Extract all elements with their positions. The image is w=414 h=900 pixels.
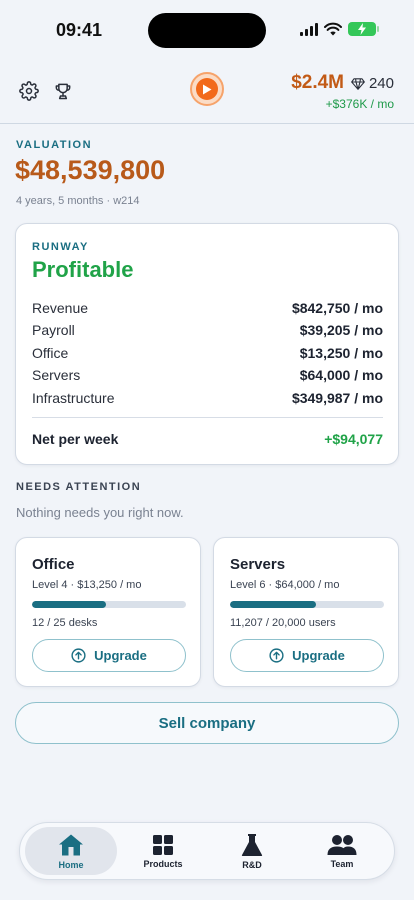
servers-progress-fill: [230, 601, 317, 608]
dynamic-island: [148, 13, 266, 48]
trophy-icon[interactable]: [52, 80, 74, 102]
expense-row-infrastructure: Infrastructure $349,987 / mo: [32, 390, 383, 406]
gems-count: 240: [368, 75, 394, 92]
nav-label: Team: [330, 858, 354, 869]
row-label: Servers: [32, 367, 81, 383]
runway-status: Profitable: [32, 257, 134, 282]
arrow-up-circle-icon: [269, 648, 284, 663]
office-title: Office: [32, 556, 75, 573]
monthly-income: +$376K / mo: [325, 97, 394, 111]
office-card: Office Level 4 · $13,250 / mo 12 / 25 de…: [15, 537, 201, 687]
upgrade-label: Upgrade: [292, 648, 345, 663]
grid-icon: [153, 834, 173, 855]
expense-row-revenue: Revenue $842,750 / mo: [32, 300, 383, 316]
top-toolbar: $2.4M 240 +$376K / mo: [0, 62, 414, 124]
company-age: 4 years, 5 months · w214: [16, 195, 140, 207]
office-level: Level 4 · $13,250 / mo: [32, 579, 142, 591]
flask-icon: [241, 833, 263, 856]
servers-title: Servers: [230, 556, 286, 573]
nav-label: Home: [58, 859, 84, 870]
wifi-icon: [324, 22, 342, 36]
office-progress-fill: [32, 601, 106, 608]
status-icons: [300, 22, 379, 36]
play-button[interactable]: [190, 72, 224, 106]
row-amount: $349,987 / mo: [291, 390, 383, 406]
office-capacity: 12 / 25 desks: [32, 617, 98, 629]
play-icon: [196, 78, 218, 100]
settings-gear-icon[interactable]: [18, 80, 40, 102]
divider: [32, 417, 383, 418]
arrow-up-circle-icon: [71, 648, 86, 663]
nav-label: R&D: [242, 859, 262, 870]
sell-company-button[interactable]: Sell company: [15, 702, 399, 744]
row-amount: $842,750 / mo: [291, 300, 383, 316]
row-label: Payroll: [32, 322, 75, 338]
servers-upgrade-button[interactable]: Upgrade: [230, 639, 384, 672]
valuation-label: VALUATION: [16, 139, 93, 151]
needs-attention-label: NEEDS ATTENTION: [16, 481, 142, 493]
servers-level: Level 6 · $64,000 / mo: [230, 579, 340, 591]
team-icon: [327, 834, 357, 855]
net-label: Net per week: [32, 431, 119, 447]
cash-balance: $2.4M: [291, 72, 344, 93]
status-time: 09:41: [56, 20, 103, 40]
battery-icon: [348, 22, 379, 36]
valuation-amount: $48,539,800: [15, 155, 166, 185]
runway-label: RUNWAY: [32, 241, 89, 253]
row-amount: $39,205 / mo: [299, 322, 383, 338]
servers-capacity: 11,207 / 20,000 users: [230, 617, 336, 629]
gems-balance: 240: [351, 75, 394, 92]
home-icon: [59, 834, 83, 855]
row-label: Revenue: [32, 300, 89, 316]
bottom-nav: Home Products R&D Team: [19, 822, 395, 880]
upgrade-label: Upgrade: [94, 648, 147, 663]
diamond-icon: [351, 77, 365, 90]
nav-products[interactable]: Products: [117, 827, 209, 875]
status-bar: 09:41: [0, 0, 414, 62]
servers-card: Servers Level 6 · $64,000 / mo 11,207 / …: [213, 537, 399, 687]
row-label: Infrastructure: [32, 390, 115, 406]
row-amount: $64,000 / mo: [299, 367, 383, 383]
servers-progress-bar: [230, 601, 384, 608]
row-amount: $13,250 / mo: [299, 345, 383, 361]
office-progress-bar: [32, 601, 186, 608]
office-upgrade-button[interactable]: Upgrade: [32, 639, 186, 672]
expense-row-office: Office $13,250 / mo: [32, 345, 383, 361]
expense-row-payroll: Payroll $39,205 / mo: [32, 322, 383, 338]
charging-bolt-icon: [358, 23, 366, 35]
nav-home[interactable]: Home: [25, 827, 117, 875]
nav-team[interactable]: Team: [296, 827, 388, 875]
runway-card: RUNWAY Profitable Revenue $842,750 / mo …: [15, 223, 399, 465]
nav-label: Products: [143, 858, 183, 869]
row-label: Office: [32, 345, 69, 361]
net-amount: +$94,077: [324, 431, 383, 447]
needs-attention-message: Nothing needs you right now.: [16, 505, 184, 520]
signal-icon: [300, 22, 318, 36]
net-per-week-row: Net per week +$94,077: [32, 431, 383, 447]
nav-rd[interactable]: R&D: [206, 827, 298, 875]
expense-row-servers: Servers $64,000 / mo: [32, 367, 383, 383]
